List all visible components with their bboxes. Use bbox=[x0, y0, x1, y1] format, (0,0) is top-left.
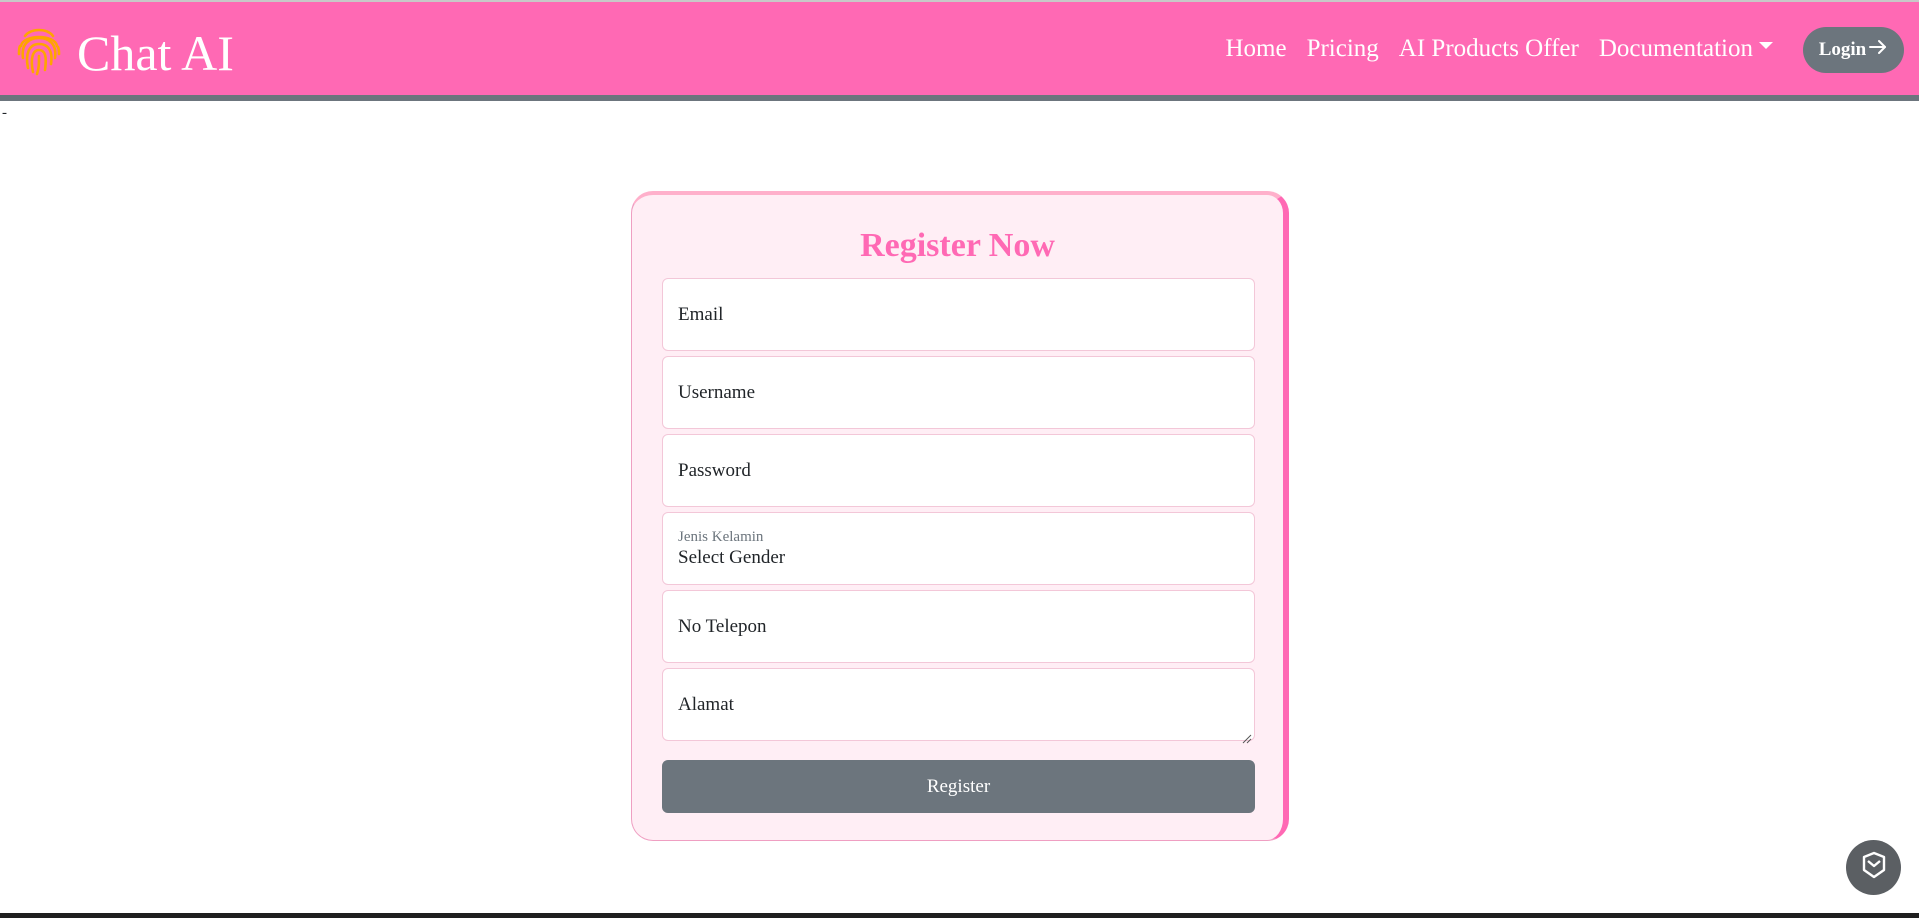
gender-floating-label: Jenis Kelamin bbox=[678, 529, 764, 546]
phone-field[interactable]: No Telepon bbox=[662, 590, 1255, 663]
caret-down-icon bbox=[1759, 41, 1773, 49]
register-title: Register Now bbox=[860, 227, 1055, 264]
nav-link-pricing[interactable]: Pricing bbox=[1307, 36, 1379, 61]
username-field[interactable]: Username bbox=[662, 356, 1255, 429]
email-placeholder: Email bbox=[678, 303, 724, 325]
password-field[interactable]: Password bbox=[662, 434, 1255, 507]
arrow-right-icon bbox=[1868, 37, 1888, 63]
address-textarea[interactable]: Alamat bbox=[662, 668, 1255, 744]
gender-select[interactable]: Jenis Kelamin Select Gender bbox=[662, 512, 1255, 585]
password-placeholder: Password bbox=[678, 459, 751, 481]
stray-text: - bbox=[2, 105, 7, 121]
phone-placeholder: No Telepon bbox=[678, 615, 767, 637]
username-placeholder: Username bbox=[678, 381, 756, 403]
nav-link-home[interactable]: Home bbox=[1225, 36, 1286, 61]
fingerprint-icon bbox=[15, 24, 63, 81]
nav-menu: Home Pricing AI Products Offer Documenta… bbox=[1225, 36, 1773, 61]
resize-handle-icon[interactable] bbox=[1242, 728, 1252, 744]
security-shield-button[interactable] bbox=[1846, 840, 1901, 895]
brand[interactable]: Chat AI bbox=[15, 24, 234, 81]
login-label: Login bbox=[1818, 39, 1867, 60]
address-placeholder: Alamat bbox=[678, 693, 734, 715]
nav-dropdown-label: Documentation bbox=[1598, 35, 1753, 62]
bottom-bar bbox=[0, 913, 1919, 918]
email-field[interactable]: Email bbox=[662, 278, 1255, 351]
register-button[interactable]: Register bbox=[662, 760, 1255, 813]
shield-icon bbox=[1859, 850, 1889, 885]
brand-name: Chat AI bbox=[77, 24, 234, 81]
nav-dropdown-documentation[interactable]: Documentation bbox=[1599, 36, 1773, 61]
gender-selected-value: Select Gender bbox=[678, 547, 786, 569]
login-button[interactable]: Login bbox=[1803, 27, 1904, 73]
nav-link-ai-products-offer[interactable]: AI Products Offer bbox=[1399, 36, 1579, 61]
navbar: Chat AI Home Pricing AI Products Offer D… bbox=[0, 0, 1919, 101]
register-card: Register Now Email Username Password Jen… bbox=[631, 191, 1289, 841]
